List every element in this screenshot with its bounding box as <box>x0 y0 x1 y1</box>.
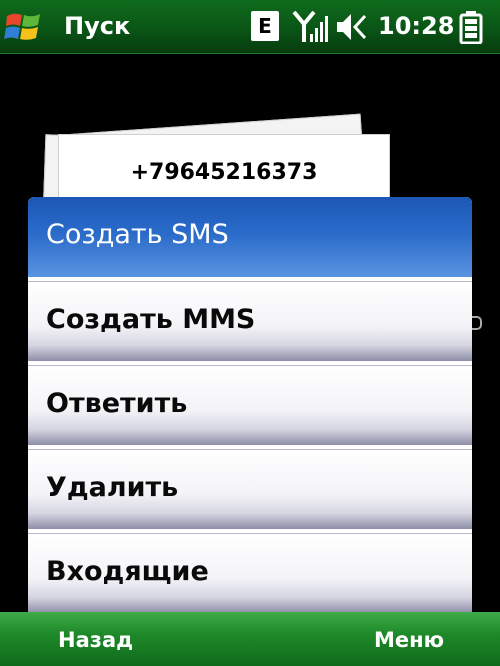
windows-start-icon[interactable] <box>4 8 44 46</box>
battery-icon[interactable] <box>458 10 484 44</box>
network-type-badge: E <box>251 11 279 41</box>
volume-icon[interactable] <box>335 10 373 44</box>
menu-item-create-mms[interactable]: Создать MMS <box>28 281 472 361</box>
sender-number: +79645216373 <box>130 160 318 185</box>
back-softkey[interactable]: Назад <box>58 628 133 652</box>
menu-item-label: Удалить <box>46 472 179 503</box>
menu-item-label: Ответить <box>46 388 188 419</box>
menu-item-label: Создать MMS <box>46 304 256 335</box>
menu-item-create-sms[interactable]: Создать SMS <box>28 197 472 277</box>
menu-item-inbox[interactable]: Входящие <box>28 533 472 613</box>
signal-icon[interactable] <box>292 8 328 46</box>
menu-item-label: Создать SMS <box>46 219 229 250</box>
menu-item-delete[interactable]: Удалить <box>28 449 472 529</box>
menu-item-reply[interactable]: Ответить <box>28 365 472 445</box>
context-menu: Создать SMS Создать MMS Ответить Удалить… <box>28 197 472 617</box>
clock[interactable]: 10:28 <box>378 12 454 40</box>
page-title[interactable]: Пуск <box>64 12 130 40</box>
menu-softkey[interactable]: Меню <box>374 628 444 652</box>
softkey-bar: Назад Меню <box>0 612 500 666</box>
status-bar: Пуск E 10:28 <box>0 0 500 54</box>
menu-item-label: Входящие <box>46 556 209 587</box>
